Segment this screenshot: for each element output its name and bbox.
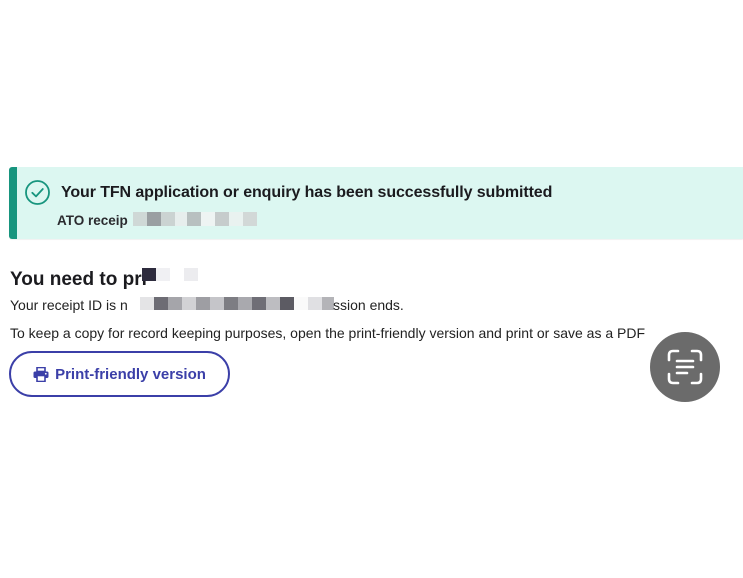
- redacted-receipt-id: [140, 297, 334, 310]
- check-circle-icon: [25, 180, 50, 205]
- instructions-text: To keep a copy for record keeping purpos…: [10, 325, 646, 341]
- receipt-id-text: Your receipt ID is n: [10, 297, 128, 313]
- printer-icon: [33, 366, 49, 382]
- receipt-label: ATO receip: [57, 213, 128, 228]
- success-banner: [9, 167, 743, 239]
- banner-title: Your TFN application or enquiry has been…: [61, 184, 553, 201]
- page-heading: You need to pri: [10, 269, 147, 290]
- redacted-receipt-number: [133, 212, 257, 226]
- text-scan-icon: [667, 349, 703, 385]
- redacted-heading-text: [142, 268, 198, 281]
- text-scan-button[interactable]: [650, 332, 720, 402]
- print-button-label: Print-friendly version: [55, 365, 206, 383]
- print-friendly-button[interactable]: Print-friendly version: [9, 351, 230, 397]
- receipt-id-text-end: ssion ends.: [333, 297, 404, 313]
